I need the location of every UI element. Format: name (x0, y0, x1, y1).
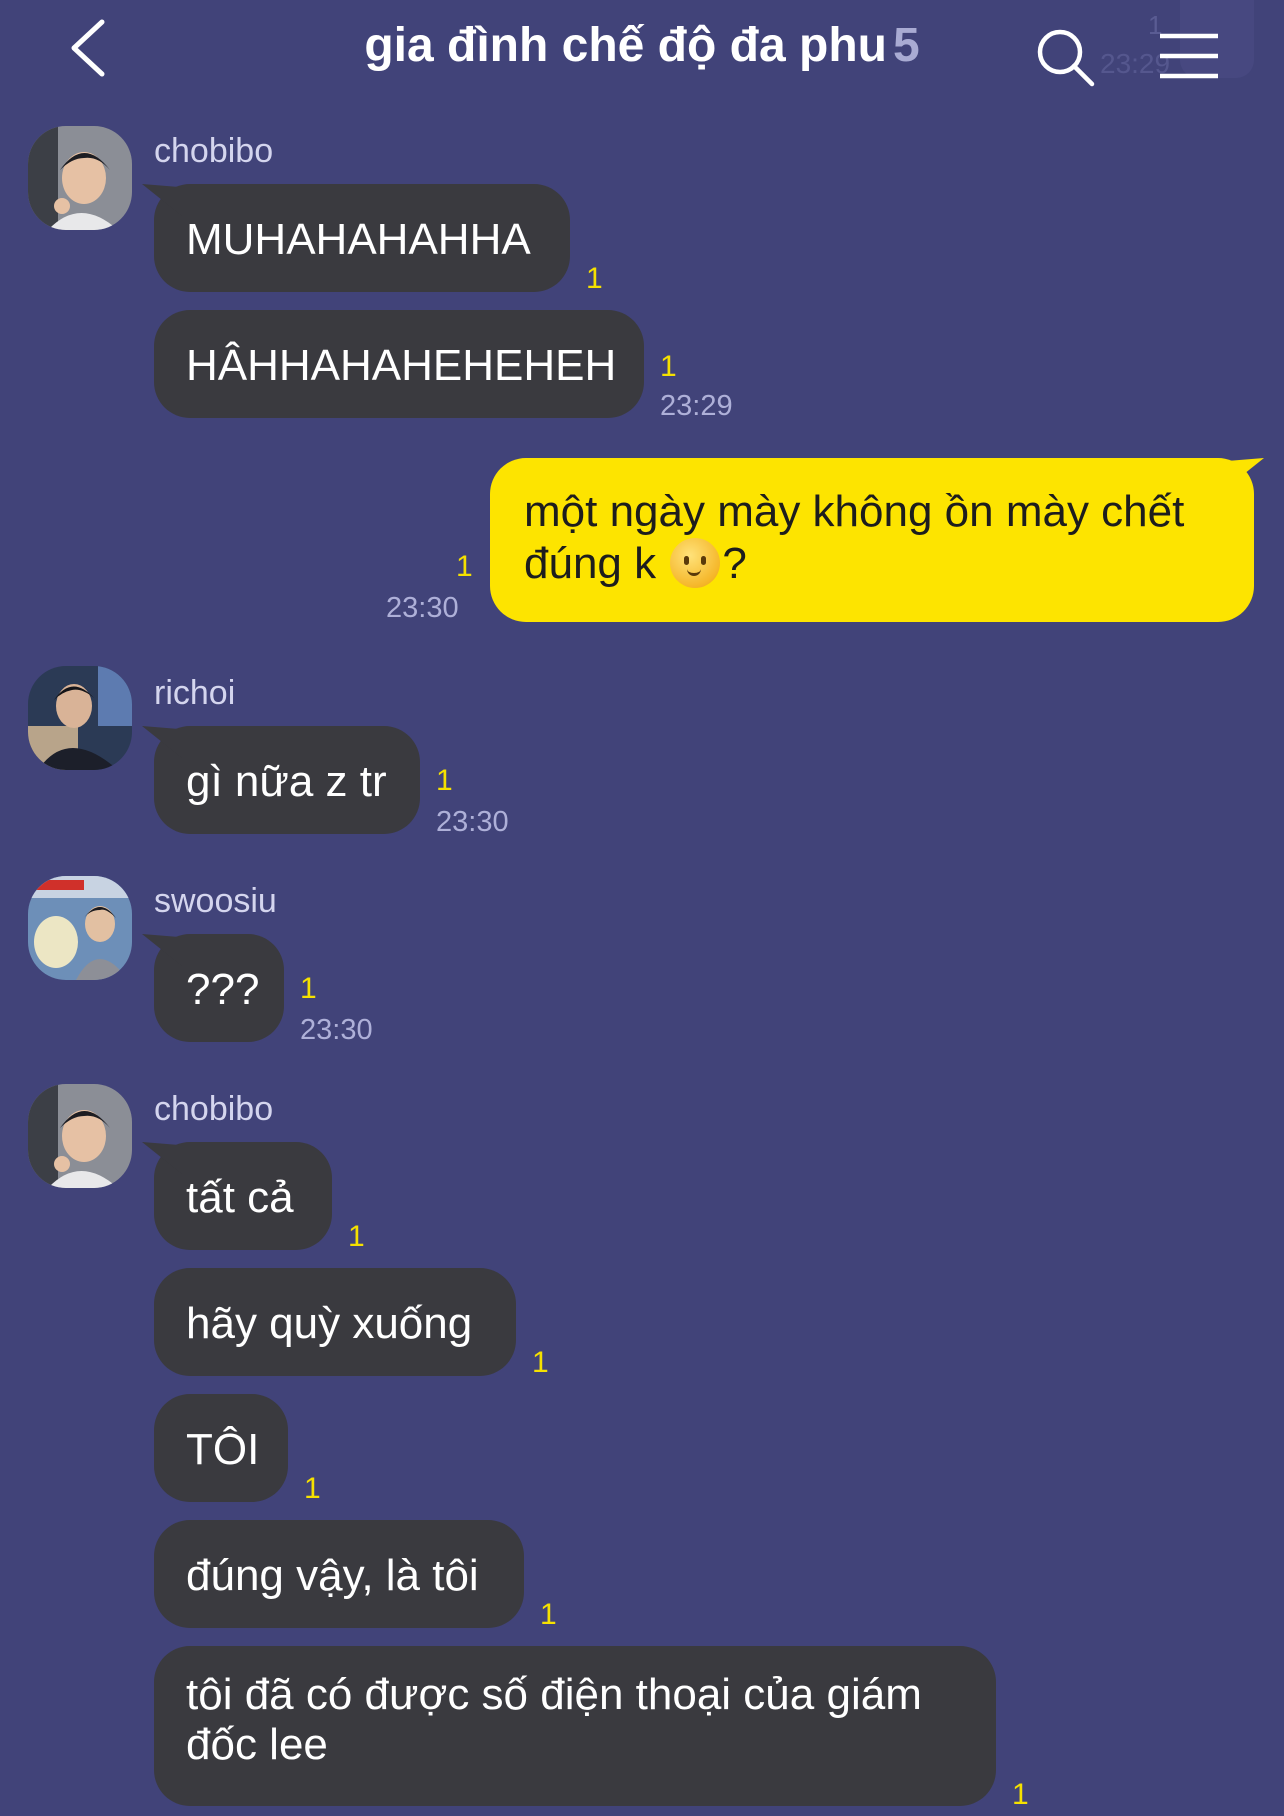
search-icon (1037, 29, 1095, 87)
message-text: HÂHHAHAHEHEHEH (186, 341, 617, 390)
sender-name: richoi (154, 674, 236, 712)
message-bubble[interactable]: tất cả (154, 1142, 332, 1250)
message-text-line: một ngày mày không ồn mày chết (524, 487, 1185, 536)
sender-name: swoosiu (154, 882, 277, 920)
search-button[interactable] (1034, 26, 1098, 90)
member-count: 5 (892, 19, 920, 72)
message-text: hãy quỳ xuống (186, 1299, 473, 1348)
message-text: MUHAHAHAHHA (186, 215, 531, 264)
message-bubble[interactable]: MUHAHAHAHHA (154, 184, 570, 292)
hamburger-menu-icon (1160, 33, 1218, 79)
message-bubble[interactable]: tôi đã có được số điện thoại của giám đố… (154, 1646, 996, 1806)
avatar-chobibo[interactable] (28, 1084, 132, 1188)
sender-name: chobibo (154, 1090, 274, 1128)
message-text: TÔI (186, 1425, 260, 1474)
unread-count: 1 (304, 1472, 321, 1505)
unread-count: 1 (436, 764, 453, 797)
message-text: tất cả (186, 1173, 294, 1222)
my-message-bubble[interactable]: một ngày mày không ồn mày chết đúng k ? (490, 458, 1254, 622)
message-timestamp: 23:30 (386, 592, 459, 624)
unread-count: 1 (348, 1220, 365, 1253)
unread-count: 1 (660, 350, 677, 383)
avatar-swoosiu[interactable] (28, 876, 132, 980)
message-text: đúng vậy, là tôi (186, 1551, 479, 1600)
chat-header: 1 23:29 gia đình chế độ đa phu 5 (0, 0, 1284, 110)
unread-count: 1 (532, 1346, 549, 1379)
message-text: tôi đã có được số điện thoại của giám đố… (186, 1670, 922, 1769)
message-text: đúng k (524, 539, 669, 588)
message-timestamp: 23:30 (436, 806, 509, 838)
message-bubble[interactable]: đúng vậy, là tôi (154, 1520, 524, 1628)
unread-count: 1 (1012, 1778, 1029, 1811)
avatar-richoi[interactable] (28, 666, 132, 770)
message-timestamp: 23:30 (300, 1014, 373, 1046)
message-text-line: đúng k ? (524, 538, 1220, 590)
unread-count: 1 (300, 972, 317, 1005)
avatar-chobibo[interactable] (28, 126, 132, 230)
menu-button[interactable] (1156, 28, 1222, 84)
sender-name: chobibo (154, 132, 274, 170)
message-timestamp: 23:29 (660, 390, 733, 422)
message-text: gì nữa z tr (186, 757, 387, 806)
unread-count: 1 (540, 1598, 557, 1631)
message-text: ? (722, 539, 747, 588)
message-bubble[interactable]: ??? (154, 934, 284, 1042)
slightly-smiling-face-icon (670, 538, 721, 588)
unread-count: 1 (456, 550, 473, 583)
message-bubble[interactable]: gì nữa z tr (154, 726, 420, 834)
message-text: ??? (186, 965, 260, 1014)
chat-room-name: gia đình chế độ đa phu (364, 19, 887, 72)
message-bubble[interactable]: hãy quỳ xuống (154, 1268, 516, 1376)
unread-count: 1 (586, 262, 603, 295)
message-bubble[interactable]: HÂHHAHAHEHEHEH (154, 310, 644, 418)
message-bubble[interactable]: TÔI (154, 1394, 288, 1502)
